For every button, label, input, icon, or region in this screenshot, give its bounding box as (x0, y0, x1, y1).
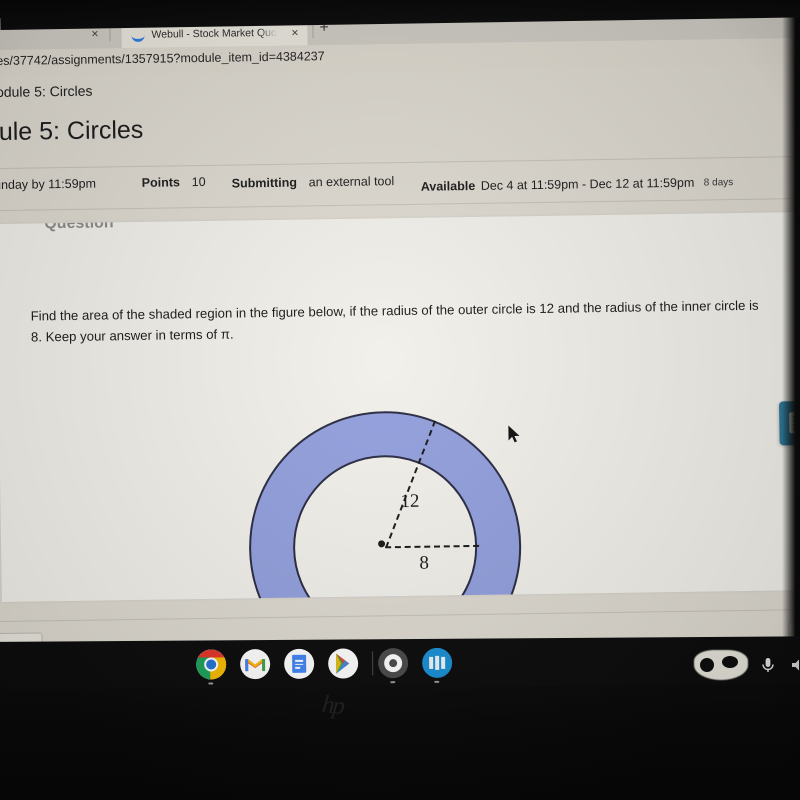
microphone-icon[interactable] (758, 655, 778, 675)
footer-divider (0, 608, 800, 623)
screen-glare-c (722, 656, 738, 668)
available-label: Available (420, 178, 476, 194)
screen-bezel-right (782, 0, 800, 700)
question-text: Find the area of the shaded region in th… (30, 297, 759, 345)
tab-close-icon-offscreen[interactable]: × (91, 26, 98, 40)
webull-favicon (131, 29, 145, 43)
url-text: rses/37742/assignments/1357915?module_it… (0, 49, 325, 69)
laptop-screen: × Webull - Stock Market Quotes, S × + rs… (0, 5, 800, 667)
tab-title-fade (258, 24, 281, 42)
files-icon[interactable] (422, 647, 453, 678)
points-value: 10 (191, 174, 206, 190)
docs-icon[interactable] (284, 648, 315, 679)
screen-glare-b (700, 658, 714, 672)
chrome-icon[interactable] (196, 649, 227, 680)
tab-divider-right (312, 23, 314, 39)
center-point (377, 539, 385, 547)
hp-brand-logo: hp (320, 690, 345, 721)
available-value: Dec 4 at 11:59pm - Dec 12 at 11:59pm (480, 175, 695, 193)
shelf-divider (372, 651, 374, 676)
submitting-value: an external tool (308, 174, 395, 190)
canvas-page: Module 5: Circles dule 5: Circles Sunday… (0, 63, 800, 667)
submitting-label: Submitting (231, 175, 298, 191)
play-store-icon[interactable] (328, 648, 359, 679)
files-running-dot (434, 680, 440, 683)
settings-running-dot (390, 681, 396, 684)
question-heading: Question (44, 214, 114, 233)
chrome-running-dot (208, 682, 214, 685)
os-shelf (0, 636, 800, 690)
mouse-pointer (508, 425, 520, 443)
tab-divider (109, 26, 111, 42)
breadcrumb[interactable]: Module 5: Circles (0, 83, 93, 101)
points-label: Points (141, 175, 181, 190)
page-title: dule 5: Circles (0, 115, 144, 147)
outer-radius-label: 12 (400, 490, 420, 513)
speaker-icon[interactable] (788, 655, 800, 675)
gmail-icon[interactable] (240, 649, 271, 680)
laptop-photo: × Webull - Stock Market Quotes, S × + rs… (0, 0, 800, 800)
close-icon[interactable]: × (291, 25, 298, 41)
inner-radius-label: 8 (419, 552, 430, 574)
external-tool-frame: Question Find the area of the shaded reg… (0, 211, 800, 602)
available-days: 8 days (703, 177, 734, 189)
annulus-diagram: 12 8 (239, 401, 542, 602)
settings-gear-icon[interactable] (378, 648, 409, 679)
due-date-value: Sunday by 11:59pm (0, 176, 97, 193)
